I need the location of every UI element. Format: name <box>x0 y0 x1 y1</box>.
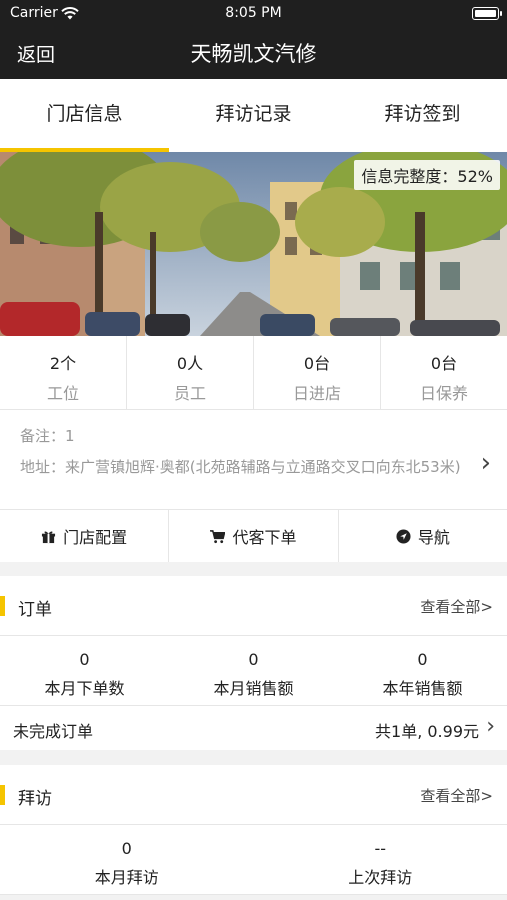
visits-header: 拜访 查看全部> <box>0 765 507 825</box>
accent-bar <box>0 596 5 616</box>
metric-monthly-visits: 0 本月拜访 <box>0 825 254 894</box>
action-label: 门店配置 <box>63 528 128 547</box>
store-photo: 信息完整度：52% <box>0 152 507 336</box>
stat-label: 日保养 <box>419 384 468 403</box>
store-info-row[interactable]: 备注：1 地址：来广营镇旭辉·奥都(北苑路辅路与立通路交叉口向东北53米) › <box>0 410 507 510</box>
stat-employees: 0人 员工 <box>127 336 254 409</box>
metric-monthly-sales: 0 本月销售额 <box>169 636 338 705</box>
metric-label: 本月销售额 <box>213 679 294 698</box>
remark-text: 备注：1 <box>20 427 75 445</box>
store-config-button[interactable]: 门店配置 <box>0 510 170 562</box>
tab-bar: 门店信息 拜访记录 拜访签到 <box>0 79 507 152</box>
metric-value: 0 <box>79 650 90 669</box>
page-title: 天畅凯文汽修 <box>190 42 317 66</box>
clock: 8:05 PM <box>225 5 282 21</box>
orders-header: 订单 查看全部> <box>0 576 507 636</box>
store-stats: 2个 工位 0人 员工 0台 日进店 0台 日保养 <box>0 336 507 410</box>
stat-workstations: 2个 工位 <box>0 336 127 409</box>
visits-metrics: 0 本月拜访 -- 上次拜访 <box>0 825 507 895</box>
unfinished-orders-value: 共1单, 0.99元 <box>375 722 479 741</box>
place-order-button[interactable]: 代客下单 <box>169 510 339 562</box>
navigation-icon <box>396 528 411 544</box>
completeness-badge: 信息完整度：52% <box>354 160 500 190</box>
stat-value: 0人 <box>176 354 204 373</box>
gift-icon <box>42 531 56 543</box>
metric-label: 本月下单数 <box>44 679 125 698</box>
visits-title: 拜访 <box>18 789 52 809</box>
metric-yearly-sales: 0 本年销售额 <box>338 636 507 705</box>
accent-bar <box>0 785 5 805</box>
visits-view-all-link[interactable]: 查看全部> <box>420 785 493 806</box>
action-bar: 门店配置 代客下单 导航 <box>0 510 507 562</box>
status-bar: Carrier 8:05 PM <box>0 0 507 26</box>
stat-daily-maintenance: 0台 日保养 <box>381 336 507 409</box>
stat-value: 0台 <box>430 354 458 373</box>
metric-label: 上次拜访 <box>348 868 413 887</box>
address-text: 地址：来广营镇旭辉·奥都(北苑路辅路与立通路交叉口向东北53米) <box>20 458 461 476</box>
orders-view-all-link[interactable]: 查看全部> <box>420 596 493 617</box>
stat-label: 工位 <box>46 384 79 403</box>
tab-visit-records[interactable]: 拜访记录 <box>169 79 338 152</box>
metric-value: 0 <box>121 839 132 858</box>
metric-value: -- <box>374 839 387 858</box>
stat-value: 2个 <box>49 354 77 373</box>
cart-icon <box>210 529 226 543</box>
orders-metrics: 0 本月下单数 0 本月销售额 0 本年销售额 <box>0 636 507 706</box>
metric-last-visit: -- 上次拜访 <box>254 825 507 894</box>
metric-value: 0 <box>248 650 259 669</box>
tab-visit-checkin[interactable]: 拜访签到 <box>338 79 507 152</box>
stat-daily-visits: 0台 日进店 <box>254 336 381 409</box>
stat-label: 员工 <box>173 384 206 403</box>
metric-label: 本年销售额 <box>382 679 463 698</box>
navigation-button[interactable]: 导航 <box>339 510 507 562</box>
metric-monthly-orders: 0 本月下单数 <box>0 636 169 705</box>
chevron-right-icon: › <box>480 448 491 478</box>
chevron-right-icon: › <box>486 714 495 739</box>
top-bar: Carrier 8:05 PM 返回 天畅凯文汽修 <box>0 0 507 79</box>
tab-store-info[interactable]: 门店信息 <box>0 79 169 152</box>
action-label: 导航 <box>417 528 450 547</box>
stat-label: 日进店 <box>292 384 341 403</box>
unfinished-orders-label: 未完成订单 <box>13 722 94 741</box>
metric-label: 本月拜访 <box>94 868 159 887</box>
action-label: 代客下单 <box>232 528 297 547</box>
unfinished-orders-row[interactable]: 未完成订单 共1单, 0.99元 › <box>0 706 507 750</box>
orders-title: 订单 <box>18 600 52 620</box>
metric-value: 0 <box>417 650 428 669</box>
battery-icon <box>472 7 502 20</box>
stat-value: 0台 <box>303 354 331 373</box>
visits-card: 拜访 查看全部> 0 本月拜访 -- 上次拜访 <box>0 765 507 895</box>
orders-card: 订单 查看全部> 0 本月下单数 0 本月销售额 0 本年销售额 未完成订单 共… <box>0 576 507 750</box>
